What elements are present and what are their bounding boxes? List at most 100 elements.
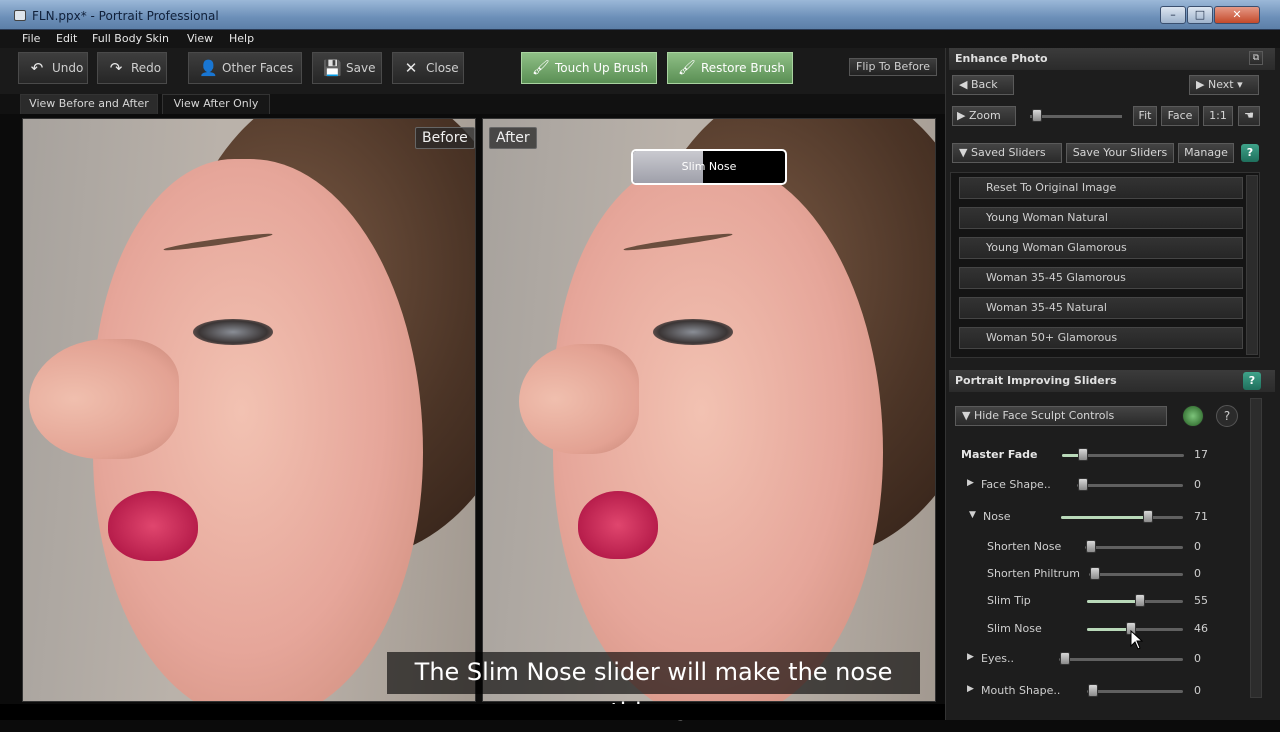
- back-button[interactable]: ◀ Back: [952, 75, 1014, 95]
- portrait-sliders-header: Portrait Improving Sliders: [949, 370, 1275, 392]
- slider-row-slim-tip: Slim Tip 55: [955, 590, 1235, 612]
- hide-face-sculpt-button[interactable]: ▼ Hide Face Sculpt Controls: [955, 406, 1167, 426]
- slider-value: 55: [1194, 594, 1208, 607]
- list-item[interactable]: Woman 35-45 Glamorous: [959, 267, 1243, 289]
- slider-knob[interactable]: [1078, 448, 1088, 461]
- slider-fill: [1061, 516, 1148, 519]
- list-item[interactable]: Reset To Original Image: [959, 177, 1243, 199]
- close-button[interactable]: ✕ Close: [392, 52, 464, 84]
- menu-help[interactable]: Help: [229, 32, 254, 45]
- eye: [193, 319, 273, 345]
- tab-view-after-only[interactable]: View After Only: [162, 94, 270, 114]
- sliders-scrollbar[interactable]: [1250, 398, 1262, 698]
- triangle-right-icon[interactable]: ▶: [967, 684, 974, 694]
- menu-view[interactable]: View: [187, 32, 213, 45]
- slider-track[interactable]: [1087, 690, 1183, 693]
- close-label: Close: [426, 61, 459, 75]
- menu-edit[interactable]: Edit: [56, 32, 77, 45]
- slider-knob[interactable]: [1078, 478, 1088, 491]
- slider-value: 0: [1194, 478, 1201, 491]
- list-item[interactable]: Woman 35-45 Natural: [959, 297, 1243, 319]
- list-item[interactable]: Woman 50+ Glamorous: [959, 327, 1243, 349]
- brush-icon: 🖌: [532, 60, 550, 76]
- back-arrow-icon: ◀: [959, 78, 971, 91]
- eye: [653, 319, 733, 345]
- next-arrow-icon: ▶: [1196, 78, 1208, 91]
- face-button[interactable]: Face: [1161, 106, 1199, 126]
- save-your-sliders-button[interactable]: Save Your Sliders: [1066, 143, 1174, 163]
- slider-label: Slim Tip: [987, 594, 1031, 607]
- slider-row-shorten-philtrum: Shorten Philtrum 0: [955, 563, 1235, 585]
- slider-label: Eyes..: [981, 652, 1014, 665]
- slider-knob[interactable]: [1060, 652, 1070, 665]
- maximize-button[interactable]: □: [1187, 6, 1213, 24]
- hide-face-sculpt-label: Hide Face Sculpt Controls: [973, 409, 1115, 422]
- triangle-down-icon[interactable]: ▼: [969, 510, 976, 520]
- zoom-slider-knob[interactable]: [1032, 109, 1042, 122]
- slider-value: 0: [1194, 652, 1201, 665]
- slider-track[interactable]: [1059, 658, 1183, 661]
- slider-track[interactable]: [1077, 484, 1183, 487]
- triangle-down-icon: ▼: [959, 146, 971, 159]
- zoom-button[interactable]: ▶ Zoom: [952, 106, 1016, 126]
- undo-button[interactable]: ↶ Undo: [18, 52, 88, 84]
- menu-full-body-skin[interactable]: Full Body Skin: [92, 32, 169, 45]
- slider-knob[interactable]: [1135, 594, 1145, 607]
- triangle-right-icon[interactable]: ▶: [967, 652, 974, 662]
- other-faces-label: Other Faces: [222, 61, 294, 75]
- enhance-photo-title: Enhance Photo: [955, 52, 1048, 65]
- slider-row-eyes: ▶ Eyes.. 0: [955, 648, 1235, 670]
- one-to-one-button[interactable]: 1:1: [1203, 106, 1233, 126]
- triangle-right-icon[interactable]: ▶: [967, 478, 974, 488]
- menu-file[interactable]: File: [22, 32, 40, 45]
- touch-up-label: Touch Up Brush: [555, 61, 649, 75]
- restore-brush-button[interactable]: 🖌 Restore Brush: [667, 52, 793, 84]
- tab-view-before-after[interactable]: View Before and After: [20, 94, 158, 114]
- hand-tool-icon[interactable]: ☚: [1238, 106, 1260, 126]
- slider-label: Shorten Nose: [987, 540, 1062, 553]
- fit-button[interactable]: Fit: [1133, 106, 1157, 126]
- brush-icon: 🖌: [678, 60, 696, 76]
- redo-icon: ↷: [109, 59, 123, 77]
- help-icon[interactable]: ?: [1241, 144, 1259, 162]
- save-button[interactable]: 💾 Save: [312, 52, 382, 84]
- help-icon[interactable]: ?: [1243, 372, 1261, 390]
- flip-to-before-button[interactable]: Flip To Before: [849, 58, 937, 76]
- slider-knob[interactable]: [1143, 510, 1153, 523]
- next-label: Next: [1207, 78, 1234, 91]
- save-icon: 💾: [323, 59, 342, 77]
- slider-value: 0: [1194, 567, 1201, 580]
- status-light-icon[interactable]: [1182, 405, 1204, 427]
- view-tabs: View Before and After View After Only: [0, 94, 945, 114]
- saved-list-scrollbar[interactable]: [1246, 175, 1258, 355]
- slim-nose-popup-label: Slim Nose: [681, 160, 737, 173]
- zoom-slider-track[interactable]: [1030, 115, 1122, 118]
- redo-label: Redo: [131, 61, 162, 75]
- list-item[interactable]: Young Woman Glamorous: [959, 237, 1243, 259]
- window-title: FLN.ppx* - Portrait Professional: [32, 9, 219, 23]
- restore-label: Restore Brush: [701, 61, 785, 75]
- app-icon: [14, 10, 26, 21]
- other-faces-button[interactable]: 👤 Other Faces: [188, 52, 302, 84]
- saved-sliders-toggle[interactable]: ▼ Saved Sliders: [952, 143, 1062, 163]
- touch-up-brush-button[interactable]: 🖌 Touch Up Brush: [521, 52, 657, 84]
- slider-track[interactable]: [1085, 546, 1183, 549]
- detach-panel-icon[interactable]: ⧉: [1249, 51, 1263, 65]
- manage-button[interactable]: Manage: [1178, 143, 1234, 163]
- help-icon[interactable]: ?: [1216, 405, 1238, 427]
- next-button[interactable]: ▶ Next ▾: [1189, 75, 1259, 95]
- before-label: Before: [415, 127, 475, 149]
- slider-track[interactable]: [1089, 573, 1183, 576]
- slider-knob[interactable]: [1090, 567, 1100, 580]
- minimize-button[interactable]: –: [1160, 6, 1186, 24]
- person-icon: 👤: [199, 59, 218, 77]
- slider-knob[interactable]: [1086, 540, 1096, 553]
- list-item[interactable]: Young Woman Natural: [959, 207, 1243, 229]
- saved-sliders-label: Saved Sliders: [970, 146, 1046, 159]
- close-window-button[interactable]: ✕: [1214, 6, 1260, 24]
- redo-button[interactable]: ↷ Redo: [97, 52, 167, 84]
- undo-icon: ↶: [30, 59, 44, 77]
- slider-knob[interactable]: [1088, 684, 1098, 697]
- chevron-down-icon: ▾: [1233, 78, 1243, 91]
- zoom-label: Zoom: [968, 109, 1001, 122]
